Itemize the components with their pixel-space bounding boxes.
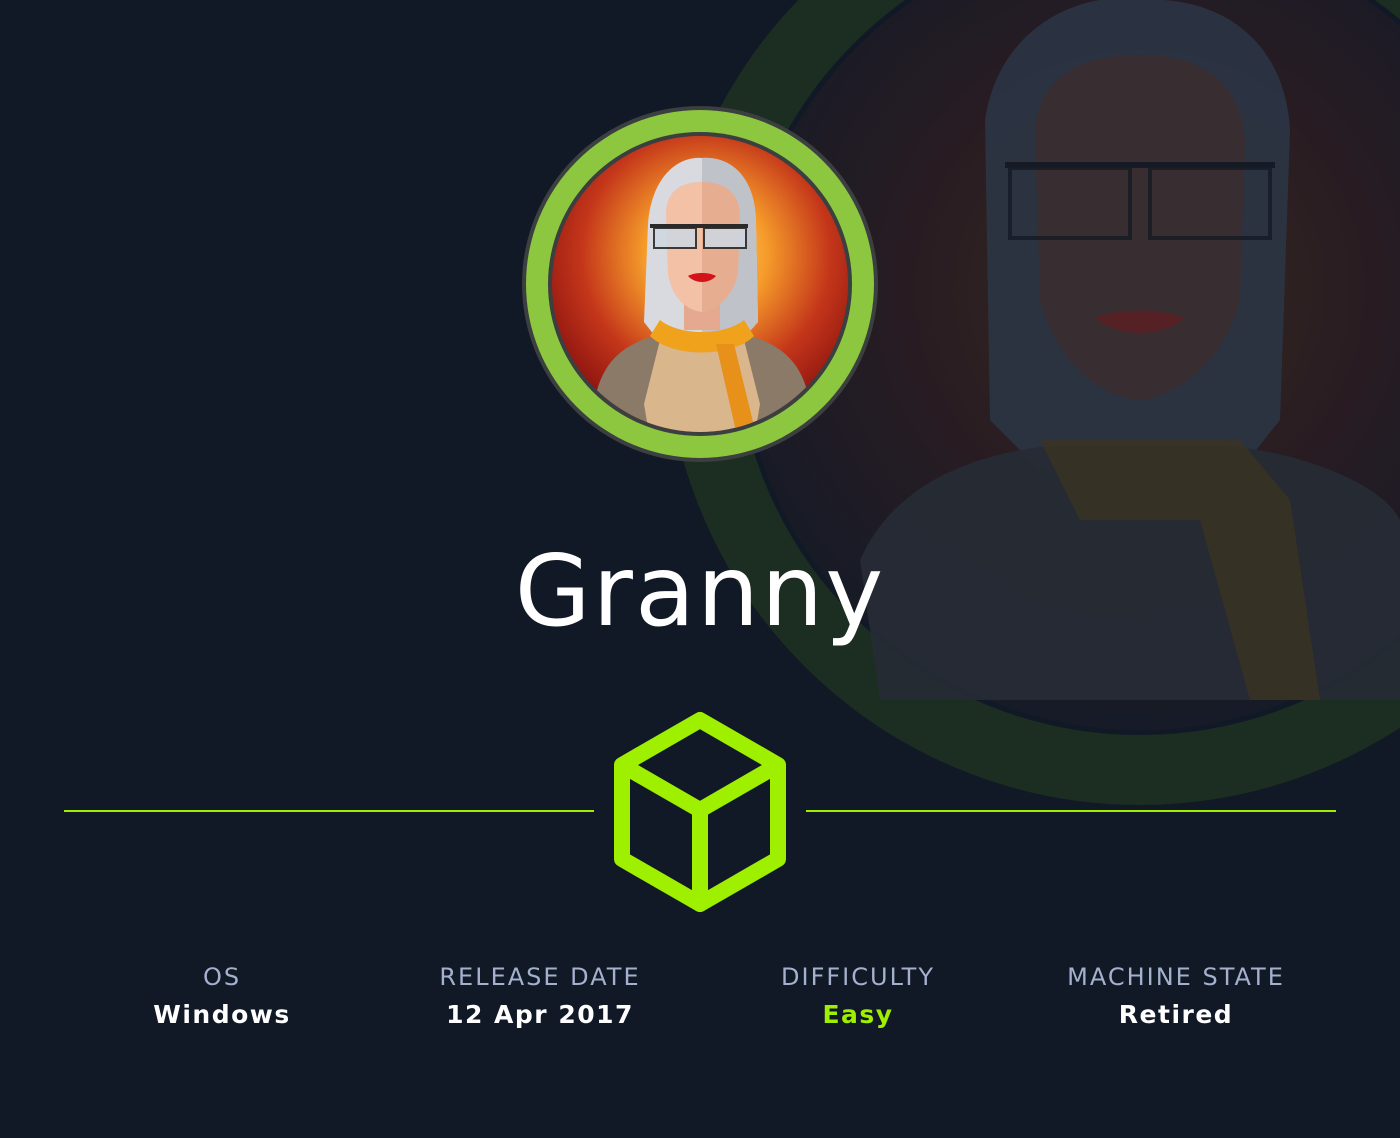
stat-os-label: OS	[202, 963, 242, 991]
stat-difficulty-label: DIFFICULTY	[781, 963, 935, 991]
stat-difficulty: DIFFICULTY Easy	[698, 958, 1018, 1034]
machine-profile-card: Granny OS Windows RELEASE DATE 12 Apr 20…	[0, 0, 1400, 1138]
divider-right	[806, 810, 1336, 812]
stat-release-date: RELEASE DATE 12 Apr 2017	[380, 958, 700, 1034]
stat-os: OS Windows	[62, 958, 382, 1034]
stat-release-date-value: 12 Apr 2017	[446, 1000, 634, 1029]
stat-machine-state-value: Retired	[1118, 1000, 1234, 1029]
stat-machine-state-label: MACHINE STATE	[1067, 963, 1285, 991]
machine-name: Granny	[514, 535, 886, 649]
stat-difficulty-value: Easy	[822, 1000, 894, 1029]
stat-release-date-label: RELEASE DATE	[439, 963, 641, 991]
machine-stats: OS Windows RELEASE DATE 12 Apr 2017 DIFF…	[0, 958, 1400, 1048]
divider-left	[64, 810, 594, 812]
cube-icon	[614, 712, 786, 912]
stat-os-value: Windows	[153, 1000, 291, 1029]
stat-machine-state: MACHINE STATE Retired	[1016, 958, 1336, 1034]
machine-avatar	[522, 106, 878, 462]
